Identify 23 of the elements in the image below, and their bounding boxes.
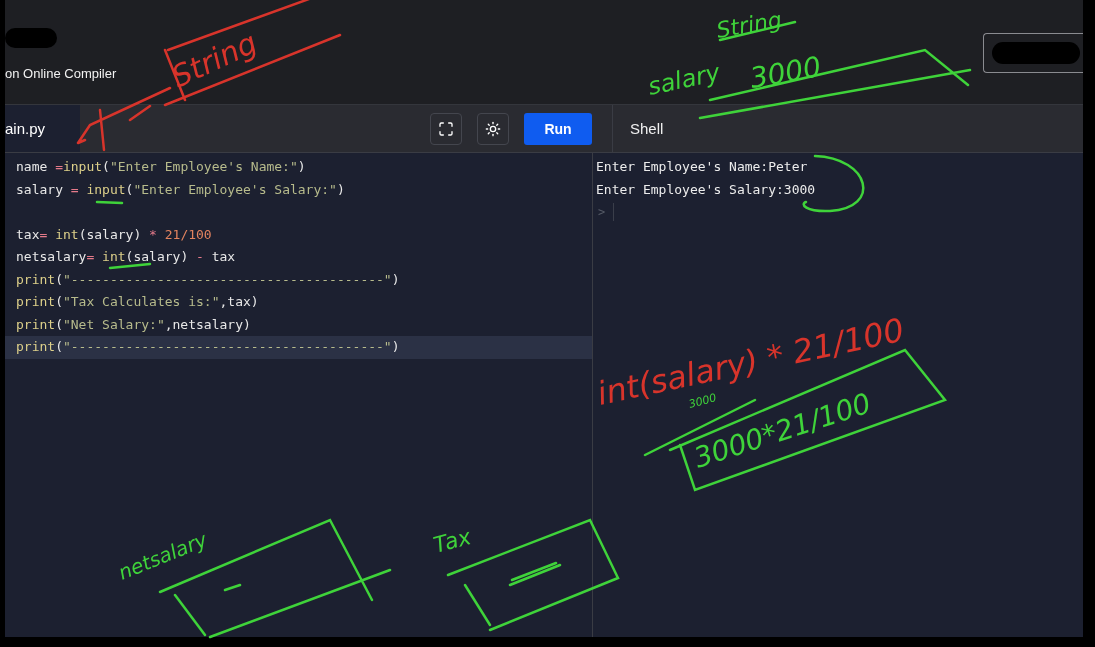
handwritten-note: String — [166, 24, 263, 95]
run-button[interactable]: Run — [524, 112, 592, 145]
code-line: print("----------------------------------------") — [15, 270, 401, 289]
account-box[interactable] — [983, 33, 1083, 73]
brand-title: on Online Compiler — [5, 66, 117, 81]
code-line: salary = input("Enter Employee's Salary:") — [15, 180, 346, 199]
code-line: name =input("Enter Employee's Name:") — [15, 158, 307, 176]
fullscreen-button[interactable] — [430, 112, 462, 145]
handwritten-note: Tax — [430, 523, 474, 558]
file-tab[interactable]: ain.py — [5, 105, 80, 152]
code-line: print("Net Salary:",netsalary) — [15, 315, 252, 334]
fullscreen-icon — [438, 120, 454, 137]
sun-icon — [485, 120, 501, 137]
handwritten-note: salary — [645, 58, 723, 101]
handwritten-note: 3000 — [747, 50, 824, 95]
shell-title: Shell — [630, 120, 664, 137]
shell-output-line: Enter Employee's Name:Peter — [595, 158, 809, 176]
code-line: netsalary= int(salary) - tax — [15, 248, 237, 266]
theme-button[interactable] — [477, 112, 509, 145]
code-line: print("Tax Calculates is:",tax) — [15, 293, 260, 311]
shell-prompt: > — [598, 205, 606, 219]
code-line: tax= int(salary) * 21/100 — [15, 225, 213, 244]
shell-output-line: Enter Employee's Salary:3000 — [595, 180, 817, 199]
